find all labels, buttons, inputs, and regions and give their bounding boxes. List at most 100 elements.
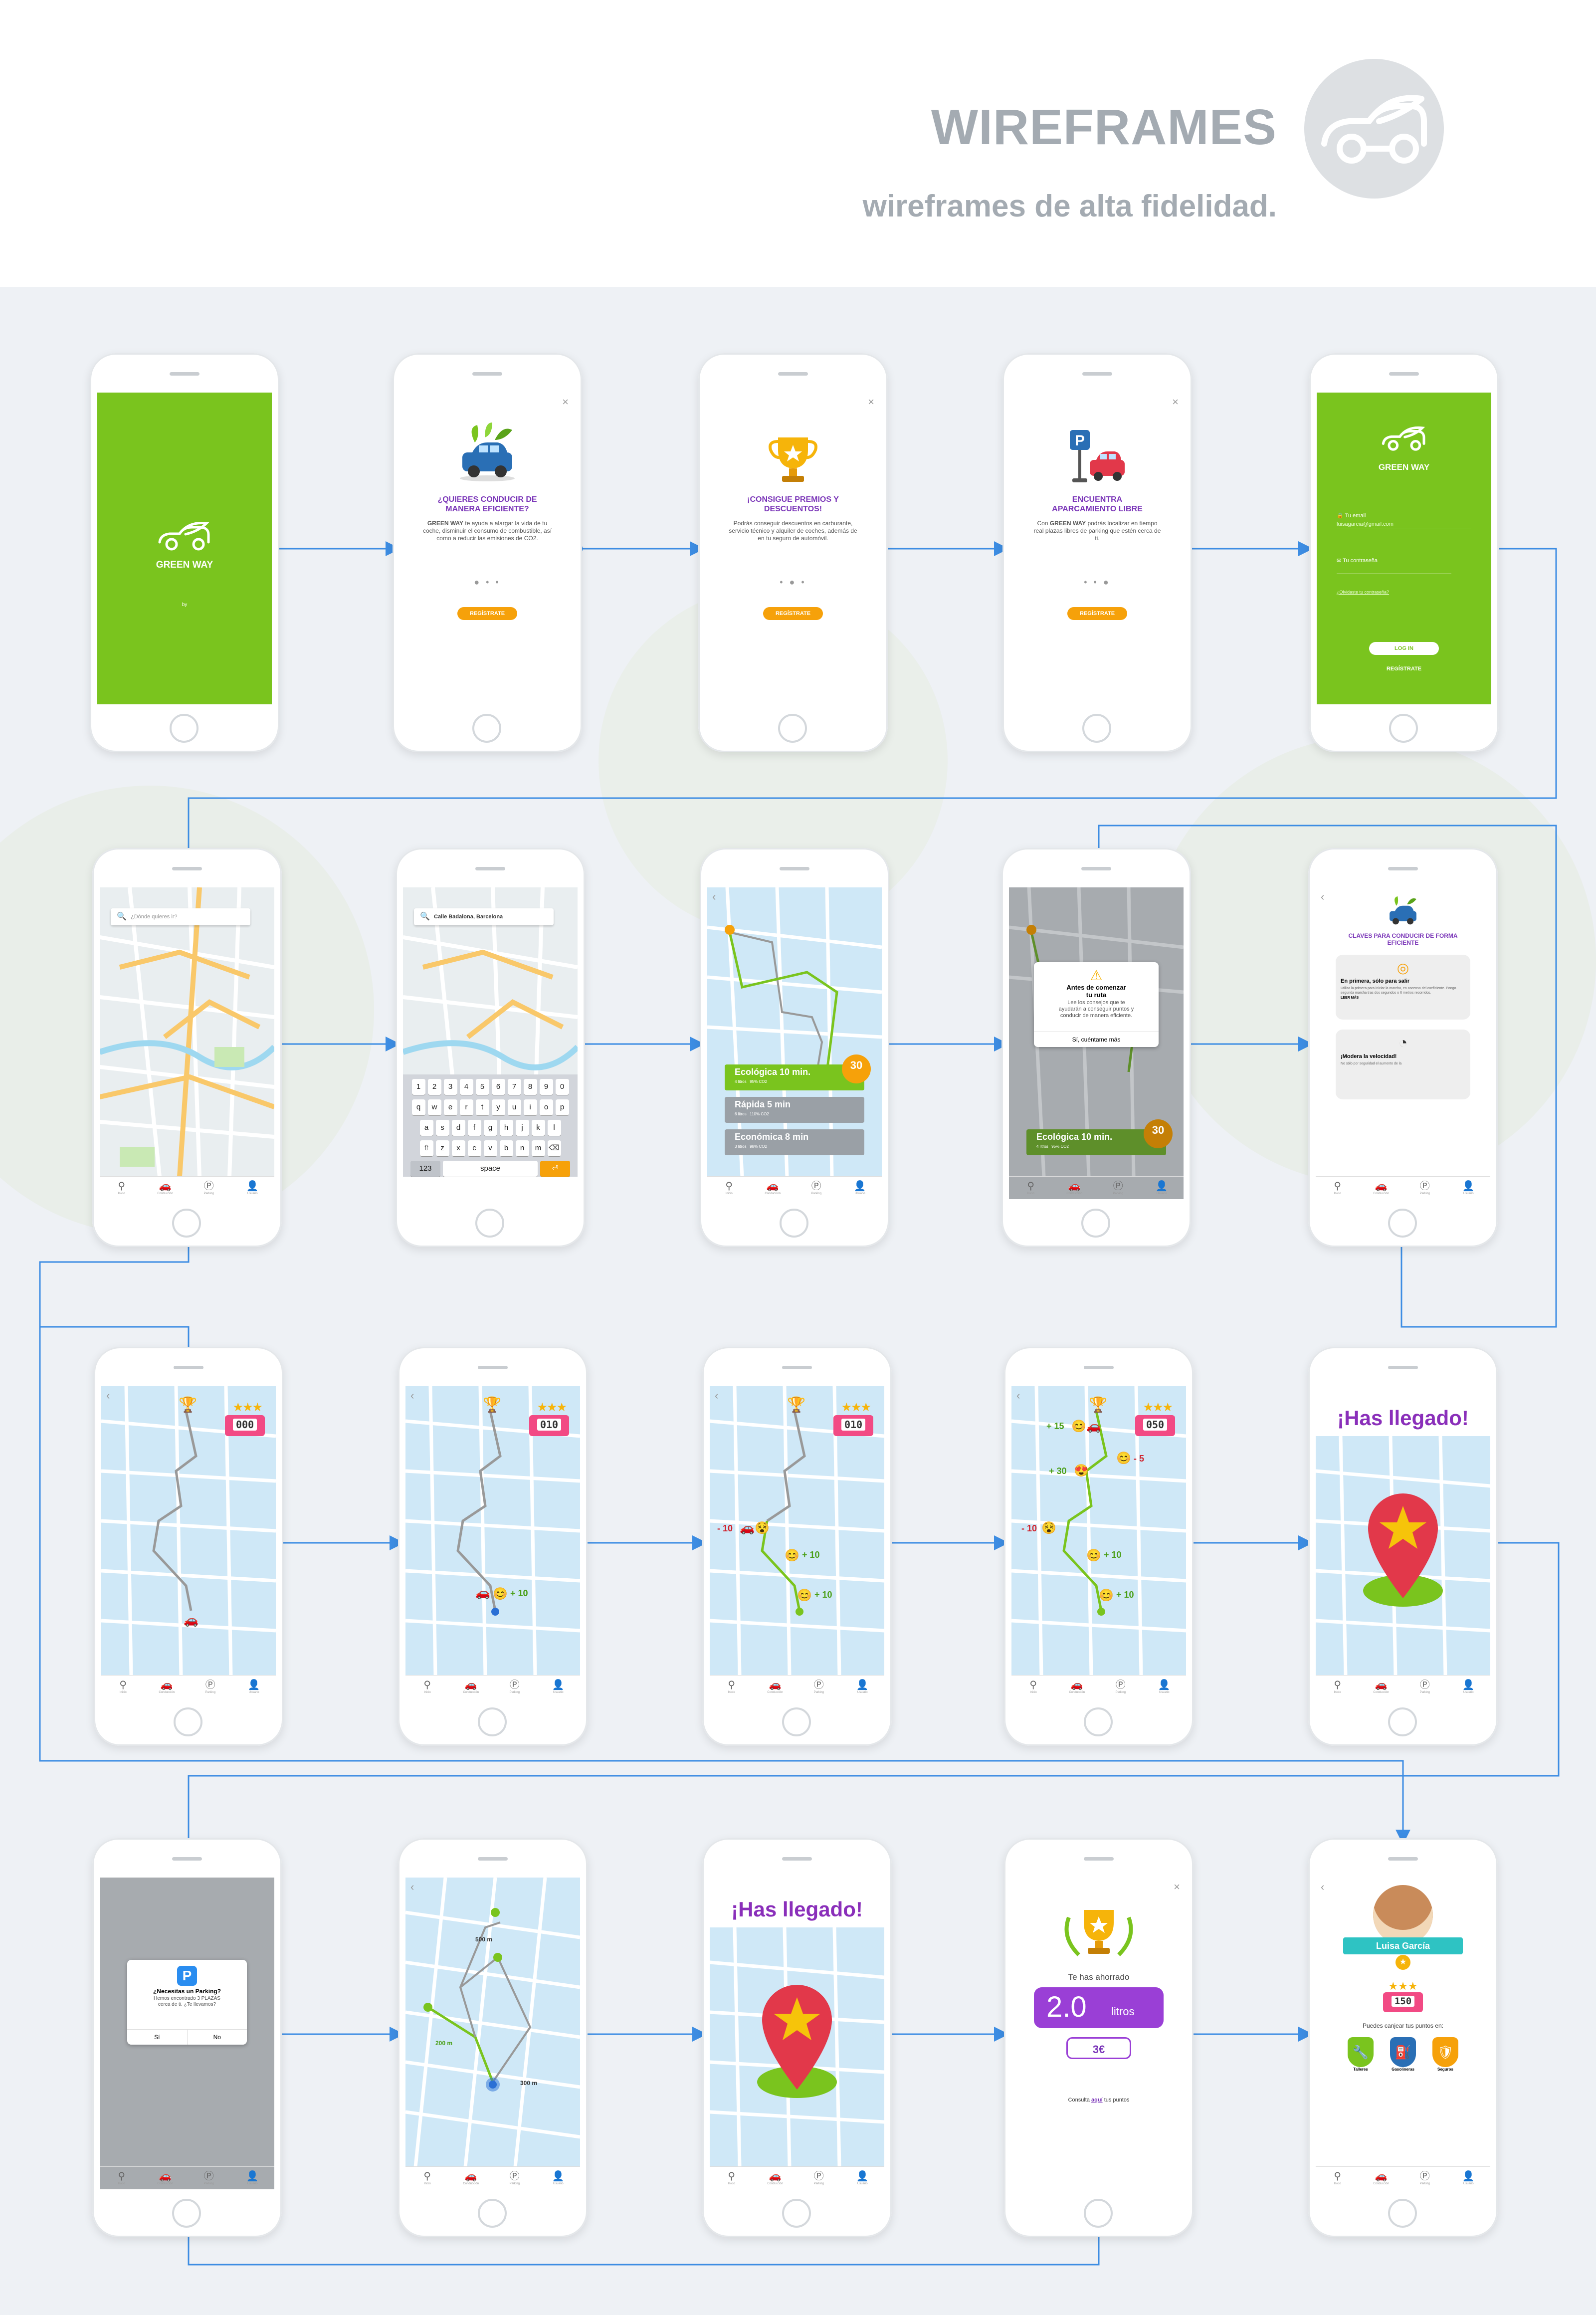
key[interactable]: t [475,1099,489,1115]
tab-parking[interactable]: Ⓟ Parking [1415,1181,1435,1196]
key[interactable]: e [443,1099,457,1115]
partner-talleres[interactable]: 🔧 Talleres [1346,2037,1376,2072]
tab-conduccion[interactable]: 🚗 Conducción [461,2171,481,2186]
key[interactable]: k [531,1120,545,1136]
key[interactable]: m [531,1140,545,1156]
key[interactable]: 8 [523,1079,537,1095]
tab-parking[interactable]: Ⓟ Parking [809,2171,829,2186]
key[interactable]: i [523,1099,537,1115]
home-button[interactable] [1084,1707,1113,1736]
register-button[interactable]: REGÍSTRATE [763,607,823,620]
tab-inicio[interactable]: ⚲ Inicio [1328,1680,1348,1694]
login-button[interactable]: LOG IN [1369,642,1439,655]
tab-parking[interactable]: Ⓟ Parking [809,1680,829,1694]
key[interactable]: 1 [411,1079,425,1095]
tab-parking[interactable]: Ⓟ Parking [505,2171,525,2186]
close-icon[interactable]: × [1172,396,1179,409]
tab-parking[interactable]: Ⓟ Parking [505,1680,525,1694]
backspace-key[interactable]: ⌫ [547,1140,561,1156]
home-button[interactable] [782,1707,811,1736]
home-button[interactable] [1082,714,1111,743]
close-icon[interactable]: × [868,396,874,409]
tab-inicio[interactable]: ⚲ Inicio [417,1680,437,1694]
tab-usuario[interactable]: 👤 Usuario [548,1680,568,1694]
city-map[interactable] [100,887,274,1177]
dialog-confirm-button[interactable]: Sí, cuéntame más [1034,1032,1159,1047]
tab-usuario[interactable]: 👤 Usuario [1458,2171,1478,2186]
tab-conduccion[interactable]: 🚗 Conducción [1371,1181,1391,1196]
tab-conduccion[interactable]: 🚗 Conducción [1067,1680,1087,1694]
key[interactable]: 3 [443,1079,457,1095]
tab-inicio[interactable]: ⚲ Inicio [417,2171,437,2186]
yes-button[interactable]: Sí [127,2030,188,2045]
tab-inicio[interactable]: ⚲ Inicio [722,1680,742,1694]
tab-inicio[interactable]: ⚲ Inicio [1023,1680,1043,1694]
forgot-password-link[interactable]: ¿Olvidaste tu contraseña? [1337,590,1389,595]
read-more-link[interactable]: LEER MÁS [1336,995,1470,1001]
home-button[interactable] [780,1209,808,1238]
search-input[interactable]: 🔍 ¿Dónde quieres ir? [111,908,250,925]
back-icon[interactable]: ‹ [410,1389,414,1402]
home-button[interactable] [478,1707,507,1736]
key[interactable]: 0 [555,1079,569,1095]
home-button[interactable] [174,1707,202,1736]
home-button[interactable] [172,1209,201,1238]
key[interactable]: w [427,1099,441,1115]
key[interactable]: z [435,1140,449,1156]
home-button[interactable] [1084,2199,1113,2228]
key[interactable]: h [499,1120,513,1136]
key[interactable]: r [459,1099,473,1115]
back-icon[interactable]: ‹ [1016,1389,1020,1402]
key[interactable]: n [515,1140,529,1156]
tab-inicio[interactable]: ⚲ Inicio [1328,1181,1348,1196]
key[interactable]: l [547,1120,561,1136]
key[interactable]: q [411,1099,425,1115]
key[interactable]: 4 [459,1079,473,1095]
register-button[interactable]: REGÍSTRATE [1067,607,1127,620]
key[interactable]: v [483,1140,497,1156]
tab-usuario[interactable]: 👤 Usuario [852,2171,872,2186]
tab-inicio[interactable]: ⚲ Inicio [722,2171,742,2186]
close-icon[interactable]: × [562,396,569,409]
home-button[interactable] [172,2199,201,2228]
key[interactable]: 9 [539,1079,553,1095]
home-button[interactable] [778,714,807,743]
register-link[interactable]: REGÍSTRATE [1317,666,1491,672]
home-button[interactable] [1388,2199,1417,2228]
key[interactable]: g [483,1120,497,1136]
key[interactable]: d [451,1120,465,1136]
key[interactable]: 5 [475,1079,489,1095]
home-button[interactable] [475,1209,504,1238]
tab-usuario[interactable]: 👤 Usuario [244,1680,264,1694]
home-button[interactable] [1388,1209,1417,1238]
key[interactable]: x [451,1140,465,1156]
home-button[interactable] [1081,1209,1110,1238]
tab-conduccion[interactable]: 🚗 Conducción [763,1181,783,1196]
tab-parking[interactable]: Ⓟ Parking [199,1181,219,1196]
key[interactable]: b [499,1140,513,1156]
tab-conduccion[interactable]: 🚗 Conducción [765,2171,785,2186]
key[interactable]: s [435,1120,449,1136]
home-button[interactable] [478,2199,507,2228]
home-button[interactable] [1388,1707,1417,1736]
key[interactable]: f [467,1120,481,1136]
route-cheap[interactable]: Económica 8 min 3 litros 98% CO2 [725,1129,864,1155]
key[interactable]: 2 [427,1079,441,1095]
partner-gasolineras[interactable]: ⛽ Gasolineras [1388,2037,1418,2072]
shift-key[interactable]: ⇧ [419,1140,433,1156]
tab-conduccion[interactable]: 🚗 Conducción [1371,1680,1391,1694]
tab-inicio[interactable]: ⚲ Inicio [719,1181,739,1196]
back-icon[interactable]: ‹ [715,1389,718,1402]
home-button[interactable] [1389,714,1418,743]
tab-usuario[interactable]: 👤 Usuario [1458,1680,1478,1694]
tab-usuario[interactable]: 👤 Usuario [850,1181,870,1196]
points-link[interactable]: aquí [1091,2097,1103,2103]
key[interactable]: 6 [491,1079,505,1095]
key[interactable]: a [419,1120,433,1136]
space-key[interactable]: space [443,1161,538,1177]
no-button[interactable]: No [188,2030,247,2045]
home-button[interactable] [782,2199,811,2228]
key[interactable]: p [555,1099,569,1115]
go-key[interactable]: ⏎ [540,1161,570,1177]
tab-usuario[interactable]: 👤 Usuario [852,1680,872,1694]
